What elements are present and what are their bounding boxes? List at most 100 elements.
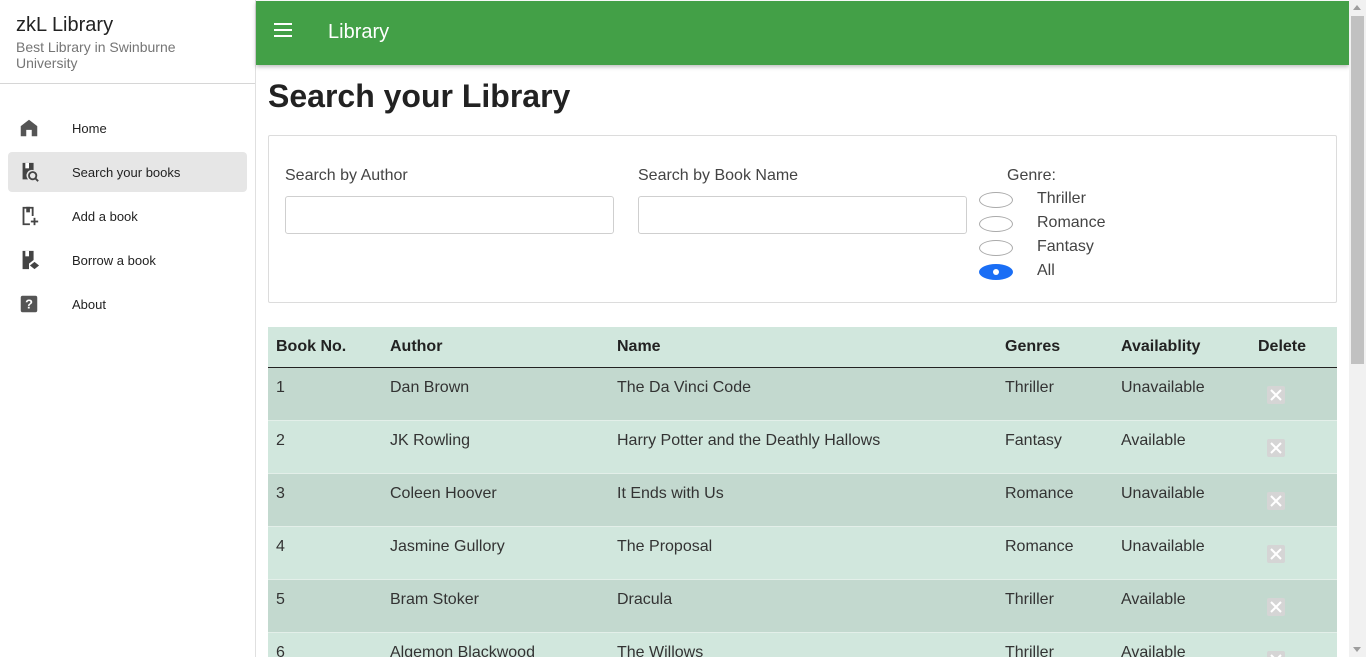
cell-name: Harry Potter and the Deathly Hallows	[617, 432, 881, 449]
header-name: Name	[617, 338, 661, 355]
cell-name: The Da Vinci Code	[617, 379, 751, 396]
table-header: Book No. Author Name Genres Availablity …	[268, 327, 1337, 368]
page-title: Search your Library	[268, 78, 571, 114]
author-search-input[interactable]	[285, 196, 614, 234]
sidebar-item-home[interactable]: Home	[8, 108, 247, 148]
delete-button[interactable]	[1267, 439, 1285, 457]
cell-genre: Thriller	[1005, 591, 1054, 608]
scroll-thumb[interactable]	[1351, 16, 1364, 364]
app-bar-title: Library	[328, 21, 390, 43]
cell-book-no: 6	[276, 644, 285, 657]
close-icon	[1270, 389, 1282, 401]
cell-genre: Fantasy	[1005, 432, 1062, 449]
genre-option-label: All	[1037, 262, 1055, 279]
header-book-no: Book No.	[276, 338, 347, 355]
sidebar-nav: Home Search your books Add a book Borrow…	[0, 84, 255, 324]
cell-author: Bram Stoker	[390, 591, 479, 608]
cell-author: Jasmine Gullory	[390, 538, 505, 555]
genre-option-label: Romance	[1037, 214, 1106, 231]
cell-author: Algemon Blackwood	[390, 644, 535, 657]
delete-button[interactable]	[1267, 386, 1285, 404]
sidebar-item-label: Borrow a book	[72, 252, 156, 268]
cell-genre: Romance	[1005, 538, 1074, 555]
genre-option-thriller: Thriller	[979, 190, 1086, 210]
brand-subtitle: Best Library in Swinburne University	[16, 39, 176, 71]
genre-label: Genre:	[1007, 167, 1056, 184]
genre-option-label: Thriller	[1037, 190, 1086, 207]
close-icon	[1270, 442, 1282, 454]
cell-book-no: 1	[276, 379, 285, 396]
cell-genre: Romance	[1005, 485, 1074, 502]
sidebar-item-add-book[interactable]: Add a book	[8, 196, 247, 236]
genre-radio-fantasy[interactable]	[979, 240, 1013, 256]
delete-button[interactable]	[1267, 545, 1285, 563]
header-delete: Delete	[1258, 338, 1307, 355]
sidebar-item-search-books[interactable]: Search your books	[8, 152, 247, 192]
table-row: 3 Coleen Hoover It Ends with Us Romance Unav…	[268, 474, 1337, 527]
delete-button[interactable]	[1267, 492, 1285, 510]
genre-radio-romance[interactable]	[979, 216, 1013, 232]
sidebar-item-label: Home	[72, 120, 107, 136]
main-content: Search your Library Search by Author Sea…	[268, 65, 1337, 657]
sidebar-item-label: Search your books	[72, 164, 181, 180]
cell-author: Dan Brown	[390, 379, 470, 396]
genre-option-romance: Romance	[979, 214, 1105, 234]
close-icon	[1270, 548, 1282, 560]
genre-option-all: All	[979, 262, 1055, 282]
delete-button[interactable]	[1267, 651, 1285, 657]
brand-title: zkL Library	[16, 14, 114, 36]
help-icon: ?	[20, 295, 38, 313]
cell-name: It Ends with Us	[617, 485, 724, 502]
cell-genre: Thriller	[1005, 644, 1054, 657]
delete-button[interactable]	[1267, 598, 1285, 616]
sidebar-item-about[interactable]: ? About	[8, 284, 247, 324]
sidebar-item-borrow-book[interactable]: Borrow a book	[8, 240, 247, 280]
genre-option-fantasy: Fantasy	[979, 238, 1094, 258]
scroll-up-icon[interactable]	[1353, 5, 1361, 10]
cell-availability: Unavailable	[1121, 538, 1205, 555]
cell-availability: Available	[1121, 432, 1186, 449]
book-name-search-label: Search by Book Name	[638, 167, 799, 184]
menu-icon[interactable]	[274, 23, 294, 43]
cell-name: The Proposal	[617, 538, 713, 555]
cell-genre: Thriller	[1005, 379, 1054, 396]
cell-availability: Unavailable	[1121, 485, 1205, 502]
book-borrow-icon	[22, 250, 40, 270]
cell-name: Dracula	[617, 591, 673, 608]
table-row: 2 JK Rowling Harry Potter and the Deathly …	[268, 421, 1337, 474]
book-name-search-input[interactable]	[638, 196, 967, 234]
book-plus-icon	[22, 206, 39, 226]
cell-author: JK Rowling	[390, 432, 471, 449]
book-search-icon	[22, 162, 39, 182]
cell-availability: Available	[1121, 644, 1186, 657]
sidebar-item-label: About	[72, 296, 106, 312]
table-row: 1 Dan Brown The Da Vinci Code Thriller Unava…	[268, 368, 1337, 421]
svg-text:?: ?	[25, 297, 33, 312]
cell-availability: Available	[1121, 591, 1186, 608]
scroll-down-icon[interactable]	[1353, 647, 1361, 652]
cell-author: Coleen Hoover	[390, 485, 497, 502]
home-icon	[20, 119, 38, 137]
cell-book-no: 3	[276, 485, 285, 502]
app-bar: Library	[256, 1, 1349, 65]
author-search-label: Search by Author	[285, 167, 408, 184]
genre-radio-thriller[interactable]	[979, 192, 1013, 208]
genre-radio-all[interactable]	[979, 264, 1013, 280]
cell-availability: Unavailable	[1121, 379, 1205, 396]
books-table: Book No. Author Name Genres Availablity …	[268, 327, 1337, 657]
sidebar: zkL Library Best Library in Swinburne Un…	[0, 0, 256, 657]
brand: zkL Library Best Library in Swinburne Un…	[0, 0, 255, 84]
close-icon	[1270, 495, 1282, 507]
genre-option-label: Fantasy	[1037, 238, 1094, 255]
table-row: 6 Algemon Blackwood The Willows Thriller Ava…	[268, 633, 1337, 657]
table-body: 1 Dan Brown The Da Vinci Code Thriller Unava…	[268, 368, 1337, 657]
header-availability: Availablity	[1121, 338, 1201, 355]
table-row: 5 Bram Stoker Dracula Thriller Available	[268, 580, 1337, 633]
cell-name: The Willows	[617, 644, 704, 657]
cell-book-no: 5	[276, 591, 285, 608]
cell-book-no: 2	[276, 432, 285, 449]
app-root: zkL Library Best Library in Swinburne Un…	[0, 0, 1366, 657]
table-row: 4 Jasmine Gullory The Proposal Romance Unava…	[268, 527, 1337, 580]
page-scrollbar[interactable]	[1349, 0, 1366, 657]
header-author: Author	[390, 338, 443, 355]
